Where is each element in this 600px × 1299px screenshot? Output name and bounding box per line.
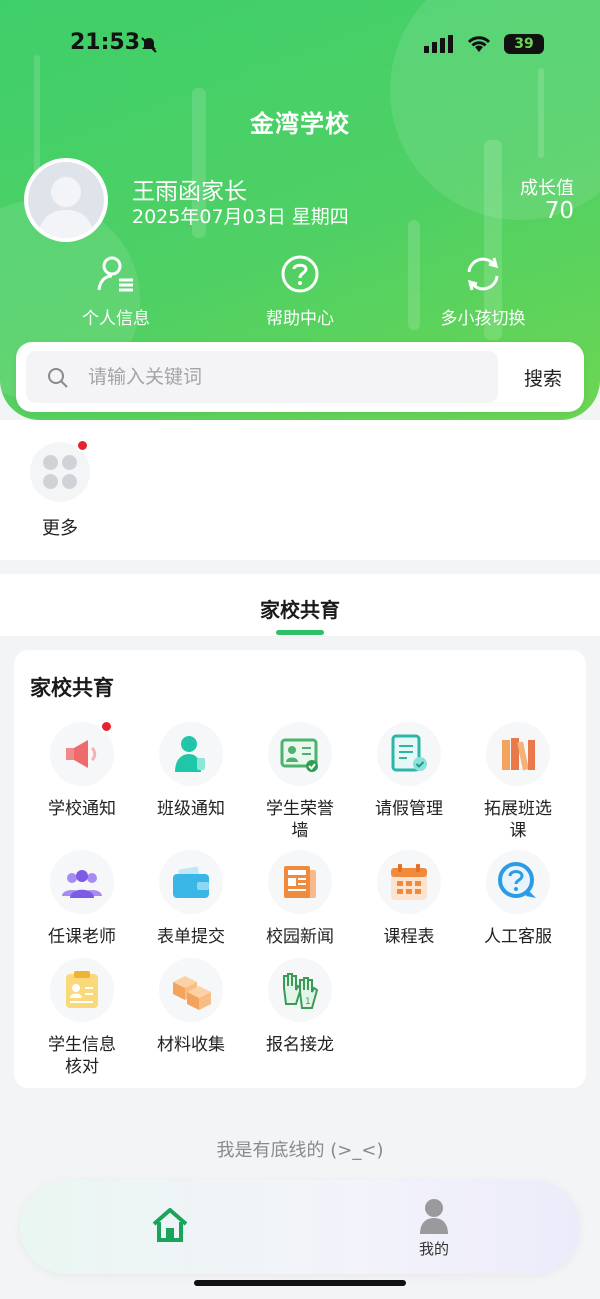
id-card-check-icon [280, 738, 318, 772]
home-indicator [194, 1280, 406, 1286]
tab-active-indicator [276, 630, 324, 635]
feature-extension-class[interactable]: 拓展班选课 [464, 722, 572, 842]
avatar[interactable] [24, 158, 108, 242]
feature-form-submit[interactable]: 表单提交 [137, 850, 245, 948]
feature-material-collect[interactable]: 材料收集 [137, 958, 245, 1056]
nav-mine-label: 我的 [418, 1240, 449, 1258]
status-indicators: 39 [424, 34, 544, 54]
quick-label: 个人信息 [82, 309, 150, 329]
feature-customer-service[interactable]: 人工客服 [464, 850, 572, 948]
growth-value: 70 [544, 198, 574, 224]
megaphone-icon [66, 740, 97, 768]
feature-signup-chain[interactable]: 1 报名接龙 [246, 958, 354, 1056]
list-end-text: 我是有底线的 (>_<) [216, 1140, 384, 1161]
more-button[interactable] [30, 439, 90, 502]
growth-label: 成长值 [520, 178, 574, 199]
search-icon [48, 368, 68, 388]
grid-dot [43, 474, 58, 489]
feature-school-notice[interactable]: 学校通知 [28, 720, 136, 820]
bell-mute-icon [141, 37, 157, 53]
grid-dot [62, 474, 77, 489]
quick-help-center[interactable]: 帮助中心 [220, 254, 380, 329]
user-icon [420, 1199, 448, 1234]
search-input[interactable] [88, 351, 488, 403]
svg-text:1: 1 [305, 997, 311, 1007]
wifi-icon [467, 36, 491, 52]
feature-label: 校园新闻 [266, 927, 334, 947]
books-icon [502, 738, 535, 771]
feature-label: 请假管理 [375, 799, 443, 819]
signal-icon [424, 35, 453, 53]
person-list-icon [97, 256, 133, 292]
grid-dot [43, 455, 58, 470]
help-chat-icon [498, 862, 536, 898]
feature-campus-news[interactable]: 校园新闻 [246, 850, 354, 948]
feature-leave-management[interactable]: 请假管理 [355, 722, 463, 820]
feature-label: 班级通知 [157, 799, 225, 819]
document-check-icon [391, 734, 427, 772]
feature-label: 报名接龙 [266, 1035, 334, 1055]
grid-dot [62, 455, 77, 470]
section-title: 家校共育 [30, 676, 114, 700]
feature-label: 人工客服 [484, 927, 552, 947]
search-card: 搜索 [16, 342, 584, 412]
feature-label: 任课老师 [48, 927, 116, 947]
feature-label: 学生荣誉墙 [266, 799, 334, 841]
tab-bar: 家校共育 [0, 574, 600, 636]
status-time: 21:53 [70, 30, 141, 55]
refresh-switch-icon [467, 257, 499, 291]
group-people-icon [62, 870, 102, 898]
feature-card: 家校共育 学校通知 班级通知 学生荣誉 墙 请假管理 拓展班选 课 任课老师 表… [14, 650, 586, 1088]
feature-label: 学校通知 [48, 799, 116, 819]
person-phone-icon [175, 736, 205, 772]
search-button[interactable]: 搜索 [524, 364, 562, 391]
current-date: 2025年07月03日 星期四 [132, 206, 349, 228]
wallet-icon [173, 866, 209, 898]
quick-label: 帮助中心 [266, 309, 334, 329]
quick-child-switch[interactable]: 多小孩切换 [403, 254, 563, 329]
search-box [26, 351, 498, 403]
school-name: 金湾学校 [250, 110, 350, 138]
newspaper-icon [284, 866, 316, 898]
feature-student-info-check[interactable]: 学生信息 核对 [28, 958, 136, 1078]
feature-class-notice[interactable]: 班级通知 [137, 722, 245, 820]
status-bar: 21:53 39 [0, 28, 600, 62]
notification-dot [76, 439, 89, 452]
tab-home-school[interactable]: 家校共育 [0, 594, 600, 623]
more-label: 更多 [42, 518, 78, 539]
home-icon [152, 1208, 188, 1242]
feature-label: 拓展班选课 [484, 799, 552, 841]
bottom-nav: 我的 [20, 1180, 580, 1274]
user-silhouette-icon [38, 177, 94, 238]
feature-label: 课程表 [383, 927, 435, 947]
feature-timetable[interactable]: 课程表 [355, 850, 463, 948]
user-name: 王雨函家长 [132, 179, 247, 205]
notification-dot [100, 720, 113, 733]
battery-indicator: 39 [504, 34, 544, 54]
quick-personal-info[interactable]: 个人信息 [36, 254, 196, 329]
nav-mine[interactable]: 我的 [404, 1198, 464, 1259]
raised-hands-icon: 1 [283, 973, 319, 1009]
feature-label: 材料收集 [157, 1035, 225, 1055]
clipboard-check-icon [66, 971, 98, 1008]
feature-label: 表单提交 [157, 927, 225, 947]
quick-label: 多小孩切换 [440, 309, 526, 329]
boxes-icon [173, 976, 211, 1010]
feature-label: 学生信息 核对 [48, 1035, 116, 1077]
calendar-icon [391, 864, 427, 900]
nav-home[interactable] [150, 1206, 190, 1248]
feature-honor-wall[interactable]: 学生荣誉墙 [246, 722, 354, 842]
feature-teachers[interactable]: 任课老师 [28, 850, 136, 948]
shortcut-area: 更多 [0, 420, 600, 560]
question-circle-icon [281, 255, 319, 293]
